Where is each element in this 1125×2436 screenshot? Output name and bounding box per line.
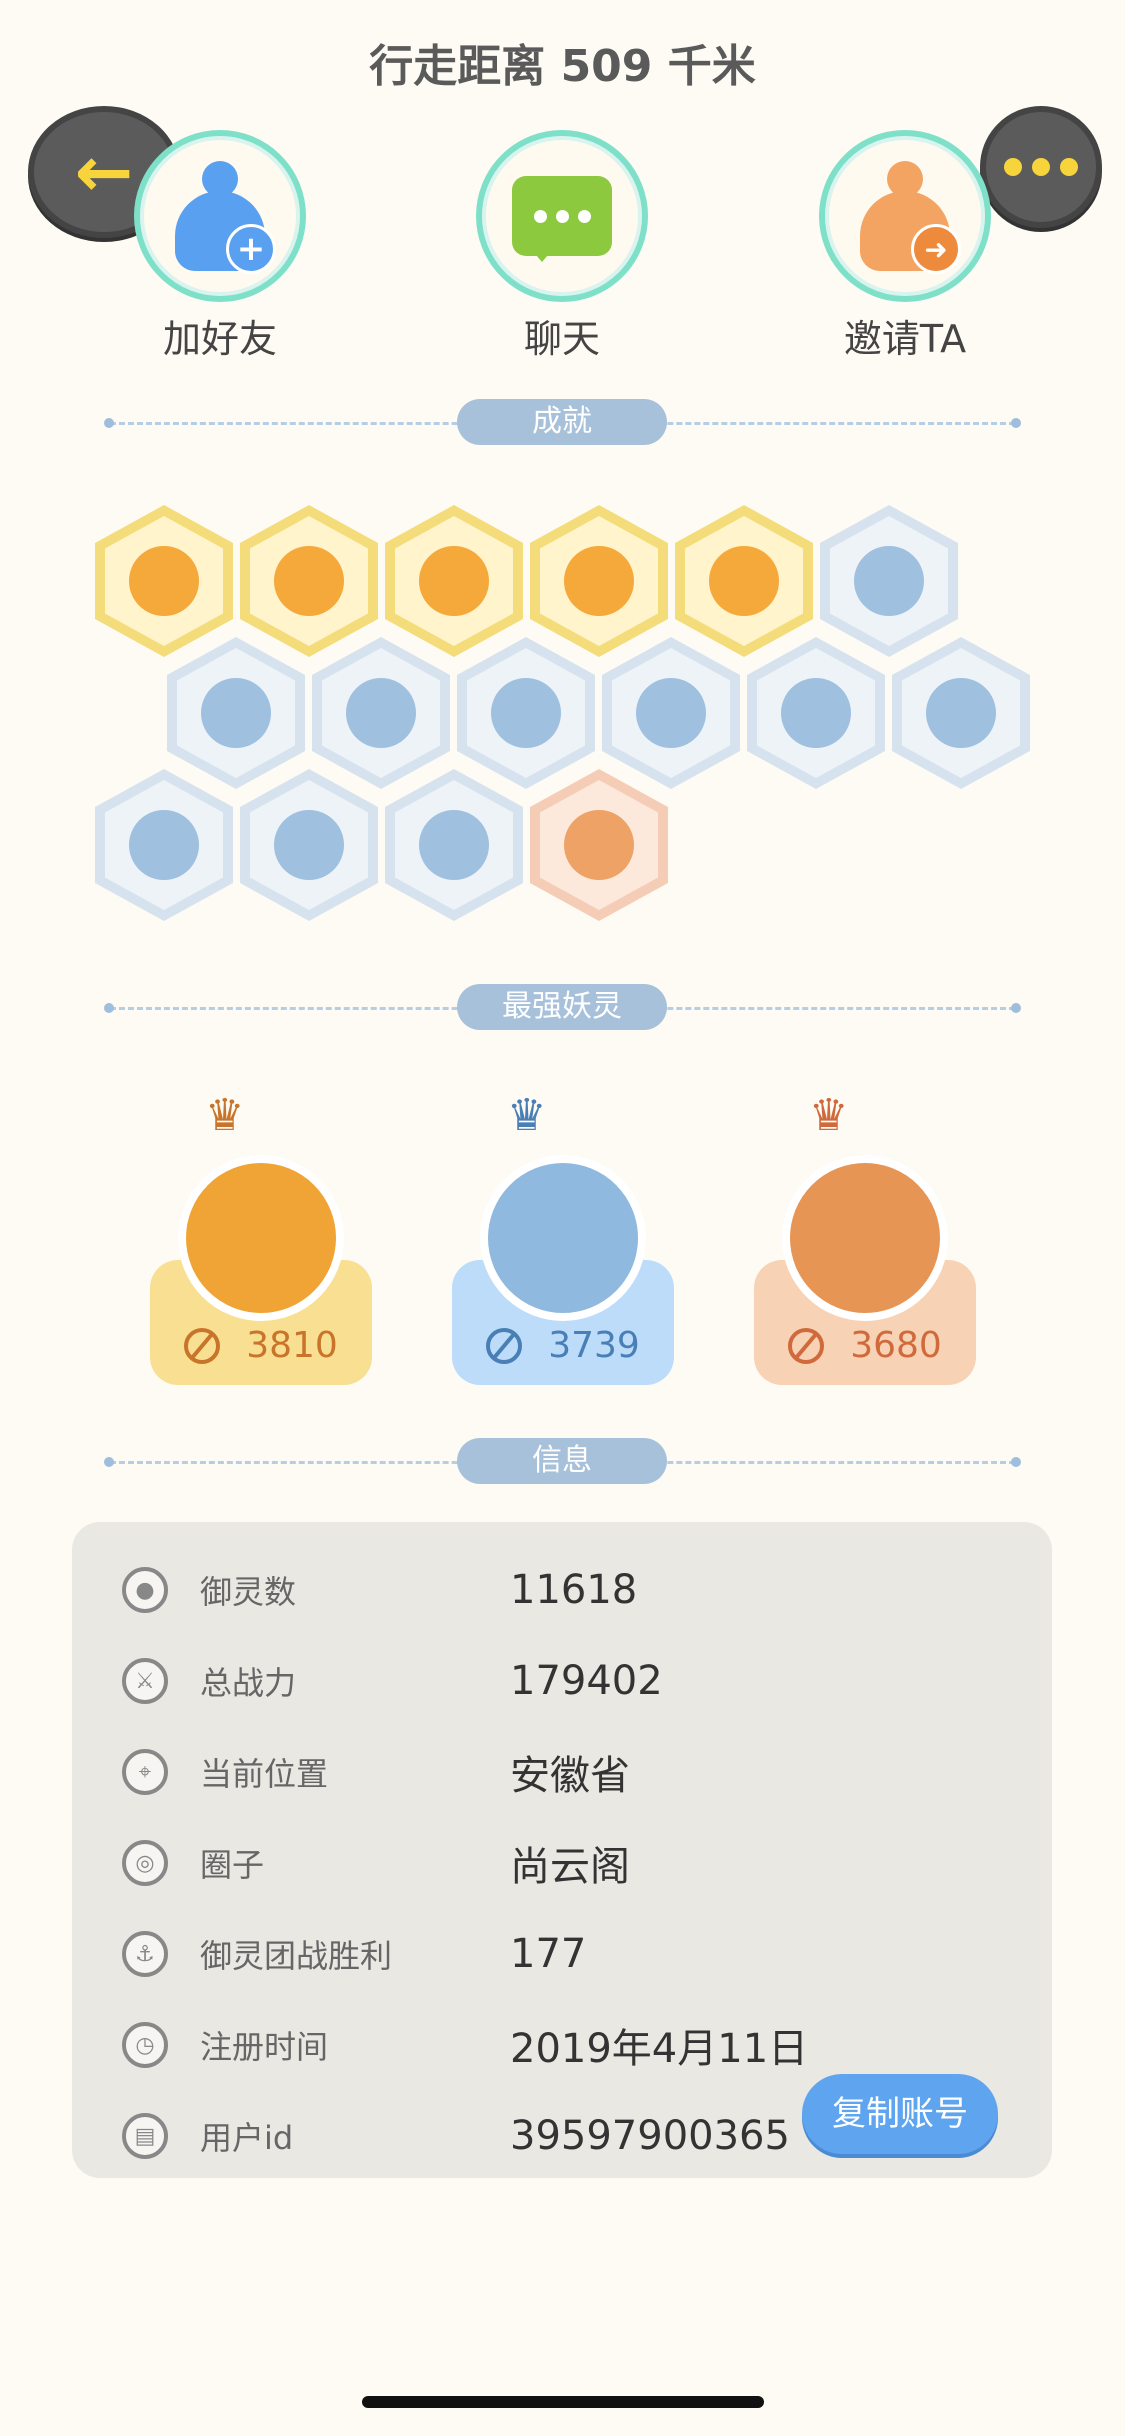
id-card-icon: ▤	[122, 2113, 168, 2159]
add-friend-label: 加好友	[162, 317, 277, 361]
plus-icon: +	[226, 224, 276, 274]
achievement-icon	[709, 546, 779, 616]
achievement-icon	[854, 546, 924, 616]
achievement-icon	[564, 810, 634, 880]
info-row: ⚔ 总战力 179402	[72, 1636, 1052, 1726]
add-friend-button[interactable]: + 加好友	[110, 130, 330, 363]
circle-icon: ◎	[122, 1840, 168, 1886]
info-label: 圈子	[200, 1846, 265, 1884]
achievement-badge[interactable]	[167, 637, 305, 789]
achievement-icon	[419, 546, 489, 616]
info-row: ⌖ 当前位置 安徽省	[72, 1727, 1052, 1817]
invite-button[interactable]: ➜ 邀请TA	[795, 130, 1015, 363]
spirit-avatar[interactable]	[178, 1155, 344, 1321]
info-label: 当前位置	[200, 1755, 329, 1793]
crown-icon: ♛	[507, 1090, 547, 1141]
achievement-badge[interactable]	[820, 505, 958, 657]
spirit-power: 3810	[150, 1325, 372, 1366]
info-row: ● 御灵数 11618	[72, 1545, 1052, 1635]
achievement-badge[interactable]	[457, 637, 595, 789]
walk-distance-title: 行走距离 509 千米	[369, 41, 756, 92]
achievement-badge[interactable]	[747, 637, 885, 789]
achievement-icon	[274, 546, 344, 616]
achievement-icon	[274, 810, 344, 880]
achievement-badge[interactable]	[240, 769, 378, 921]
location-icon: ⌖	[122, 1749, 168, 1795]
achievement-icon	[636, 678, 706, 748]
info-label: 御灵数	[200, 1573, 297, 1611]
achievement-badge[interactable]	[385, 769, 523, 921]
info-heading: 信息	[457, 1438, 667, 1484]
achievement-icon	[129, 546, 199, 616]
spirit-icon: ●	[122, 1567, 168, 1613]
achievement-badge[interactable]	[602, 637, 740, 789]
info-value: 尚云阁	[510, 1844, 630, 1890]
achievement-badge[interactable]	[240, 505, 378, 657]
info-row: ◎ 圈子 尚云阁	[72, 1818, 1052, 1908]
invite-label: 邀请TA	[843, 317, 967, 361]
spirit-power-value: 3680	[850, 1325, 942, 1366]
achievement-badge[interactable]	[675, 505, 813, 657]
copy-account-button[interactable]: 复制账号	[802, 2074, 998, 2154]
spirit-power: 3680	[754, 1325, 976, 1366]
achievement-badge[interactable]	[530, 505, 668, 657]
spirit-avatar[interactable]	[782, 1155, 948, 1321]
crown-icon: ♛	[205, 1090, 245, 1141]
chat-icon	[512, 176, 612, 262]
info-value: 39597900365	[510, 2113, 790, 2159]
achievement-icon	[781, 678, 851, 748]
clock-icon: ◷	[122, 2022, 168, 2068]
achievement-icon	[201, 678, 271, 748]
spirit-power-value: 3810	[246, 1325, 338, 1366]
achievement-badge[interactable]	[95, 505, 233, 657]
sword-icon	[486, 1327, 523, 1364]
info-label: 总战力	[200, 1664, 297, 1702]
info-value: 安徽省	[510, 1753, 630, 1799]
achievement-badge[interactable]	[892, 637, 1030, 789]
info-card: ● 御灵数 11618 ⚔ 总战力 179402 ⌖ 当前位置 安徽省 ◎ 圈子 尚云阁 ⚓ 御灵团战胜利…	[72, 1522, 1052, 2178]
achievement-icon	[564, 546, 634, 616]
spirit-power: 3739	[452, 1325, 674, 1366]
chat-button[interactable]: 聊天	[452, 130, 672, 363]
sword-icon	[788, 1327, 825, 1364]
info-value: 11618	[510, 1567, 638, 1613]
achievement-icon	[346, 678, 416, 748]
achievement-icon	[926, 678, 996, 748]
chat-label: 聊天	[523, 317, 600, 361]
arrow-right-icon: ➜	[911, 224, 961, 274]
sword-icon	[184, 1327, 221, 1364]
anchor-icon: ⚓	[122, 1931, 168, 1977]
info-label: 注册时间	[200, 2028, 329, 2066]
achievement-badge[interactable]	[530, 769, 668, 921]
achievement-badge[interactable]	[385, 505, 523, 657]
spirit-power-value: 3739	[548, 1325, 640, 1366]
info-label: 用户id	[200, 2119, 294, 2157]
more-dots-icon	[1004, 158, 1078, 176]
home-indicator	[362, 2396, 764, 2408]
achievement-badge[interactable]	[312, 637, 450, 789]
info-value: 177	[510, 1931, 587, 1977]
spirit-avatar[interactable]	[480, 1155, 646, 1321]
sword-icon: ⚔	[122, 1658, 168, 1704]
achievement-badge[interactable]	[95, 769, 233, 921]
info-row: ⚓ 御灵团战胜利 177	[72, 1909, 1052, 1999]
achievement-icon	[129, 810, 199, 880]
crown-icon: ♛	[809, 1090, 849, 1141]
strongest-heading: 最强妖灵	[457, 984, 667, 1030]
info-label: 御灵团战胜利	[200, 1937, 393, 1975]
achievement-icon	[419, 810, 489, 880]
info-value: 179402	[510, 1658, 663, 1704]
achievement-icon	[491, 678, 561, 748]
info-value: 2019年4月11日	[510, 2026, 809, 2072]
achievements-heading: 成就	[457, 399, 667, 445]
